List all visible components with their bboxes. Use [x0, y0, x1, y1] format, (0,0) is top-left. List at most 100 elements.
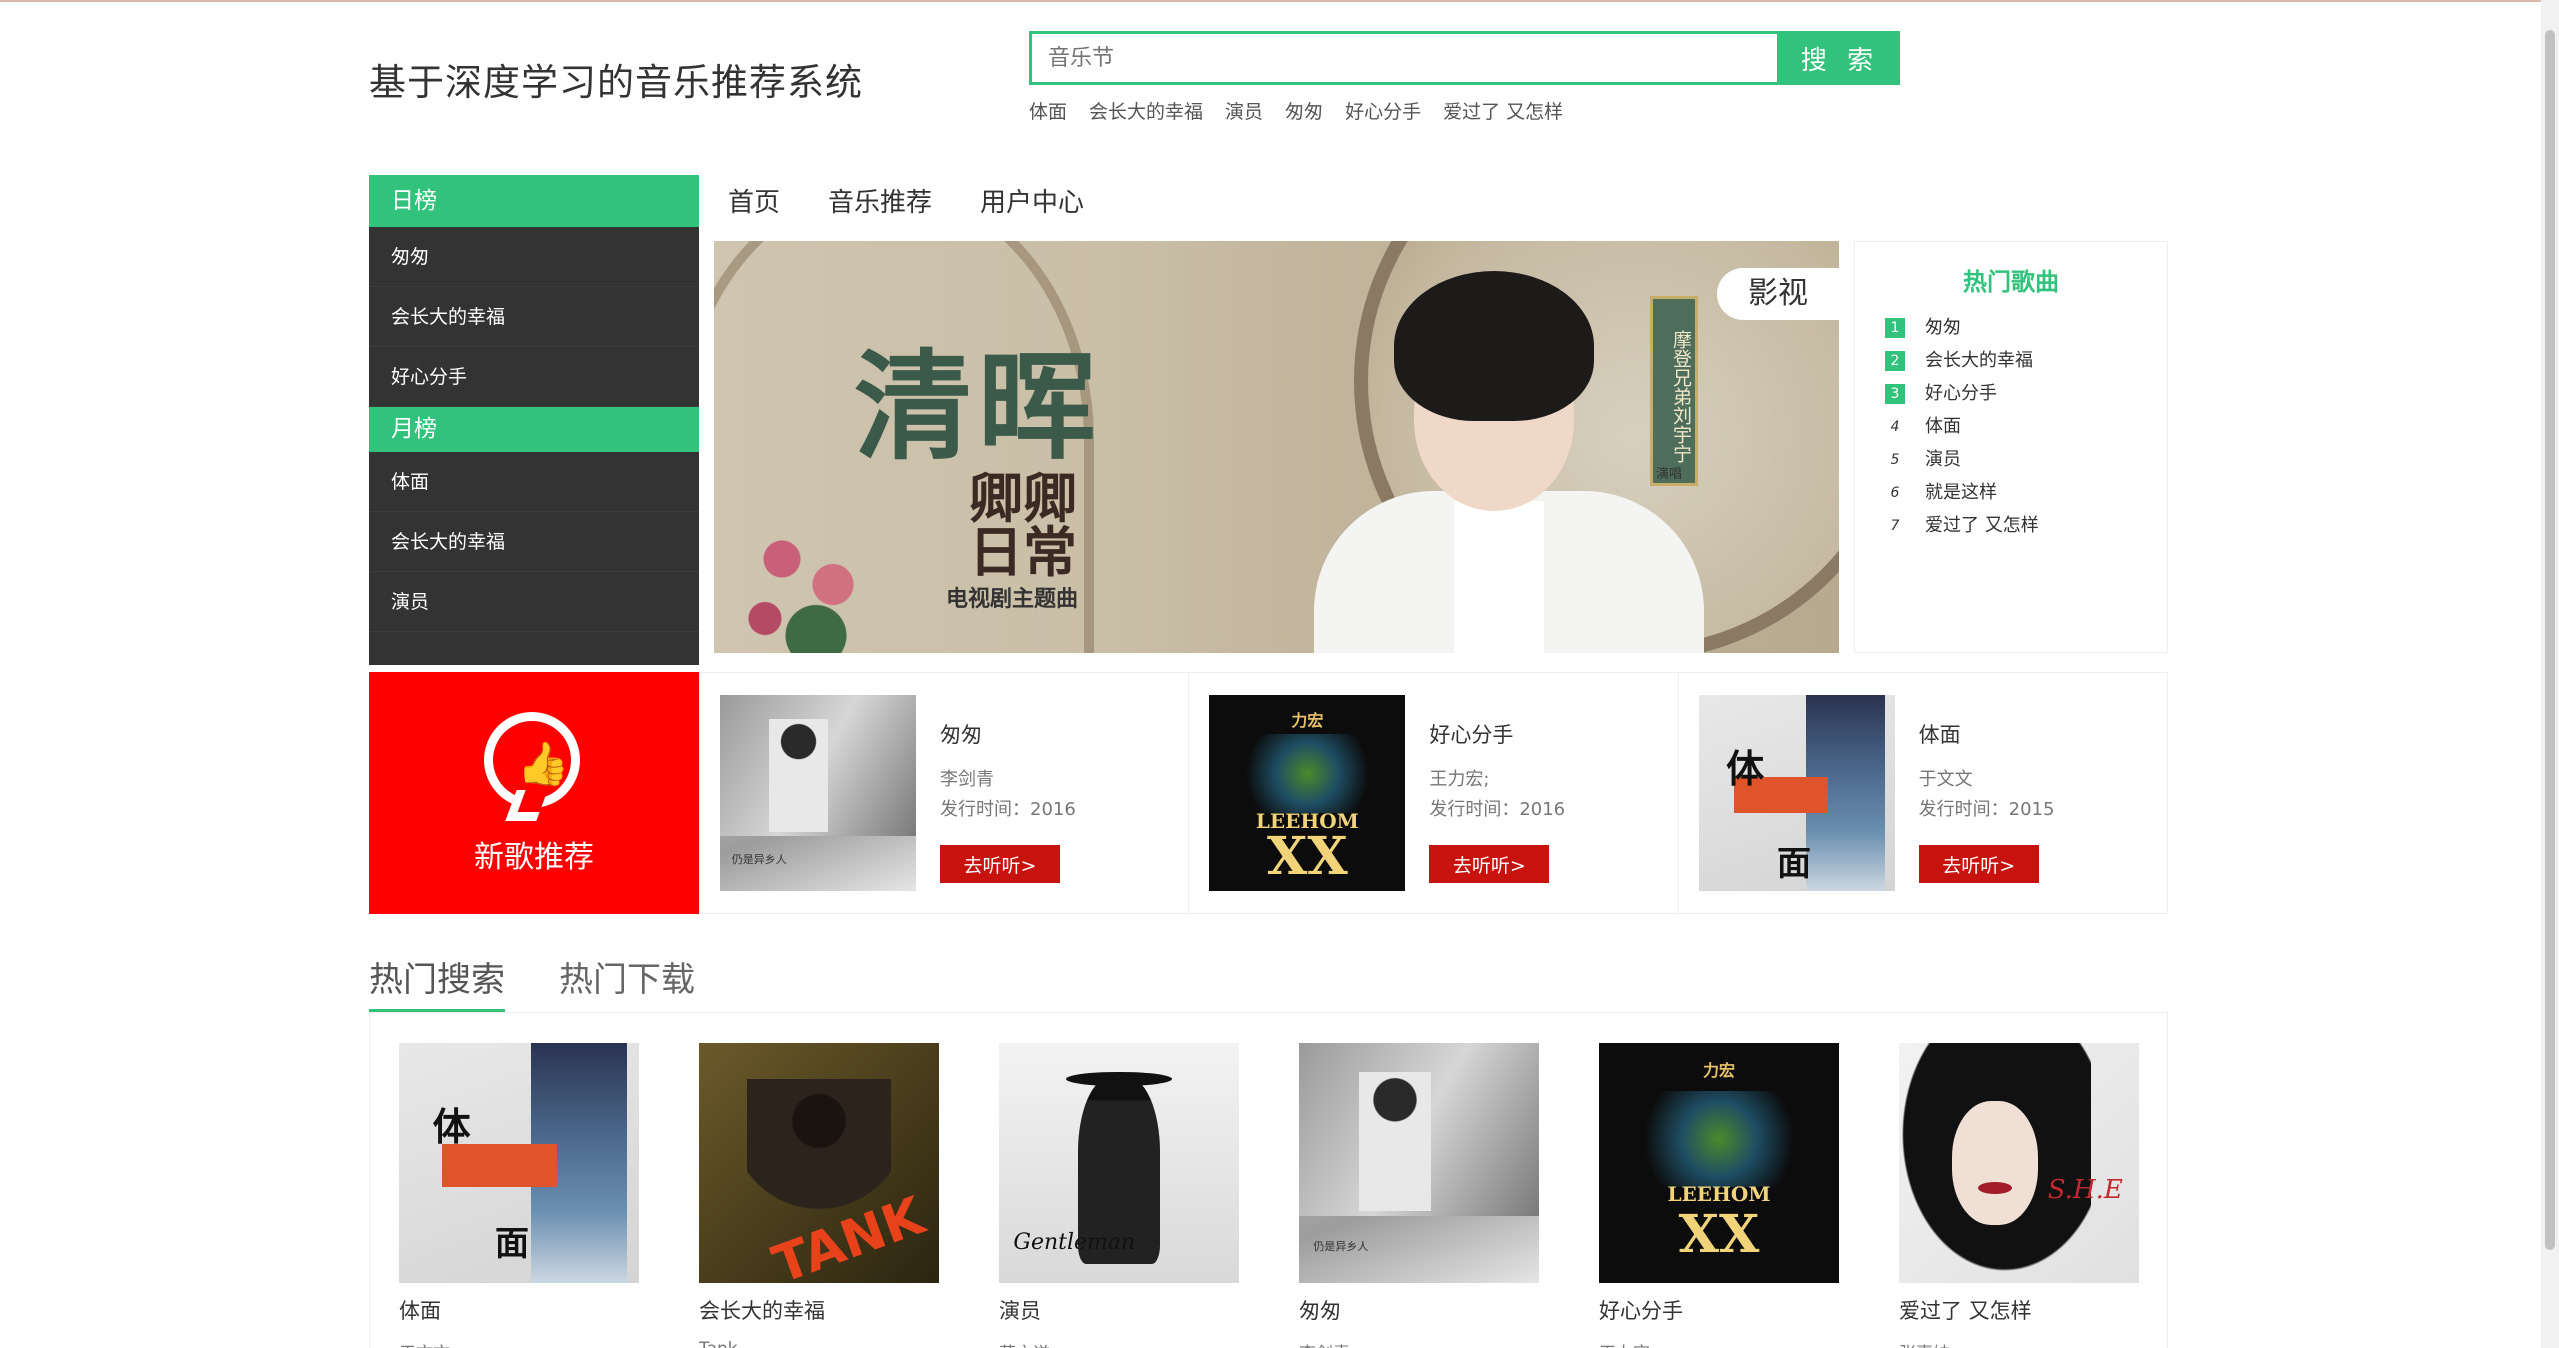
- hot-song-item[interactable]: 5 演员: [1885, 443, 2167, 476]
- listen-button[interactable]: 去听听>: [940, 845, 1060, 883]
- album-cover[interactable]: 力宏 LEEHOM XX: [1599, 1043, 1839, 1283]
- hot-song-name: 爱过了 又怎样: [1925, 515, 2039, 536]
- song-name[interactable]: 好心分手: [1599, 1295, 1839, 1325]
- album-cover[interactable]: 体 面: [399, 1043, 639, 1283]
- daily-rank-item[interactable]: 会长大的幸福: [369, 287, 699, 347]
- hot-song-name: 体面: [1925, 416, 1961, 437]
- album-cover[interactable]: 力宏 LEEHOM XX: [1209, 695, 1406, 891]
- hot-keyword-link[interactable]: 会长大的幸福: [1089, 97, 1203, 124]
- song-singer: 李剑青: [1299, 1339, 1539, 1348]
- song-name[interactable]: 演员: [999, 1295, 1239, 1325]
- hot-keyword-link[interactable]: 演员: [1225, 97, 1263, 124]
- album-cover[interactable]: TANK: [699, 1043, 939, 1283]
- song-card: 力宏 LEEHOM XX 好心分手 王力宏; 发行时间：2016 去听听>: [1189, 673, 1679, 913]
- hot-song-item[interactable]: 1 匆匆: [1885, 311, 2167, 344]
- hot-keyword-link[interactable]: 体面: [1029, 97, 1067, 124]
- daily-rank-item[interactable]: 好心分手: [369, 347, 699, 407]
- daily-rank-title[interactable]: 日榜: [369, 175, 699, 227]
- album-cover-text: 体: [432, 1103, 471, 1149]
- banner-theme: 电视剧主题曲: [946, 587, 1079, 612]
- hot-songs-title: 热门歌曲: [1963, 268, 2059, 296]
- hot-song-item[interactable]: 2 会长大的幸福: [1885, 344, 2167, 377]
- listen-button[interactable]: 去听听>: [1918, 845, 2039, 883]
- monthly-rank-item[interactable]: 会长大的幸福: [369, 512, 699, 572]
- song-name[interactable]: 匆匆: [940, 719, 982, 749]
- rank-panel: 日榜 匆匆 会长大的幸福 好心分手 月榜 体面 会长大的幸福 演员: [369, 175, 699, 665]
- album-cover-text: XX: [1678, 1203, 1760, 1265]
- monthly-rank-item[interactable]: 体面: [369, 452, 699, 512]
- rank-number: 5: [1890, 451, 1900, 468]
- song-singer: 于文文: [399, 1339, 639, 1348]
- scrollbar-thumb[interactable]: [2545, 30, 2555, 1250]
- rank-number: 1: [1885, 317, 1905, 338]
- hot-song-item[interactable]: 6 就是这样: [1885, 476, 2167, 509]
- song-singer: 李剑青: [940, 769, 994, 790]
- song-name[interactable]: 会长大的幸福: [699, 1295, 939, 1325]
- album-cover[interactable]: 仍是异乡人: [720, 695, 916, 891]
- rank-number: 3: [1885, 383, 1905, 404]
- hot-grid-item[interactable]: TANK 会长大的幸福 Tank: [699, 1043, 939, 1348]
- rank-number: 7: [1890, 517, 1900, 534]
- album-cover-text: 力宏: [1702, 1061, 1735, 1081]
- banner-singer-role: 演唱: [1656, 467, 1683, 482]
- hot-grid-item[interactable]: Gentleman 演员 薛之谦: [999, 1043, 1239, 1348]
- song-name[interactable]: 体面: [399, 1295, 639, 1325]
- main-nav: 首页 音乐推荐 用户中心: [728, 182, 1084, 219]
- song-name[interactable]: 匆匆: [1299, 1295, 1539, 1325]
- album-cover[interactable]: Gentleman: [999, 1043, 1239, 1283]
- song-name[interactable]: 爱过了 又怎样: [1899, 1295, 2139, 1325]
- monthly-rank-title[interactable]: 月榜: [369, 407, 699, 452]
- album-cover-caption: 仍是异乡人: [731, 853, 787, 867]
- song-singer: 王力宏;: [1429, 769, 1490, 790]
- hot-song-name: 会长大的幸福: [1925, 350, 2033, 371]
- album-cover-text: 面: [1777, 844, 1812, 885]
- hot-grid-item[interactable]: 体 面 体面 于文文: [399, 1043, 639, 1348]
- tab-hot-search[interactable]: 热门搜索: [369, 952, 505, 1013]
- album-cover-text: 力宏: [1291, 710, 1324, 730]
- song-card: 体 面 体面 于文文 发行时间：2015 去听听>: [1679, 673, 2167, 913]
- rank-number: 6: [1890, 484, 1900, 501]
- listen-button[interactable]: 去听听>: [1429, 845, 1550, 883]
- daily-rank-item[interactable]: 匆匆: [369, 227, 699, 287]
- song-name[interactable]: 体面: [1919, 719, 1961, 749]
- thumbs-up-icon: 👍: [484, 712, 580, 808]
- hot-grid-item[interactable]: 力宏 LEEHOM XX 好心分手 王力宏: [1599, 1043, 1839, 1348]
- nav-music-recommend[interactable]: 音乐推荐: [828, 182, 932, 219]
- hot-song-name: 演员: [1925, 449, 1961, 470]
- rank-number: 4: [1890, 418, 1900, 435]
- song-singer: 薛之谦: [999, 1339, 1239, 1348]
- hot-keyword-link[interactable]: 好心分手: [1345, 97, 1421, 124]
- hot-song-item[interactable]: 4 体面: [1885, 410, 2167, 443]
- new-song-recommend-tile[interactable]: 👍 新歌推荐: [369, 672, 699, 914]
- banner-carousel[interactable]: 清晖 卿卿日常 电视剧主题曲 摩登兄弟刘宇宁 演唱 影视: [714, 241, 1839, 653]
- tab-hot-download[interactable]: 热门下载: [559, 952, 695, 1013]
- hot-keyword-link[interactable]: 匆匆: [1285, 97, 1323, 124]
- banner-singer-name: 摩登兄弟刘宇宁: [1650, 296, 1698, 486]
- search-box[interactable]: [1029, 31, 1780, 85]
- page-scrollbar[interactable]: [2541, 0, 2559, 1348]
- banner-flowers: [714, 491, 884, 653]
- hot-song-item[interactable]: 7 爱过了 又怎样: [1885, 509, 2167, 542]
- album-cover-text: Gentleman: [1013, 1230, 1136, 1256]
- new-song-recommend-label: 新歌推荐: [474, 840, 594, 875]
- search-input[interactable]: [1032, 34, 1777, 82]
- search-button[interactable]: 搜 索: [1780, 31, 1900, 85]
- album-cover[interactable]: S.H.E: [1899, 1043, 2139, 1283]
- album-cover-caption: 仍是异乡人: [1313, 1240, 1369, 1254]
- new-song-cards: 仍是异乡人 匆匆 李剑青 发行时间：2016 去听听> 力宏 LEEHOM XX…: [699, 672, 2168, 914]
- album-cover-text: 体: [1726, 746, 1765, 792]
- nav-home[interactable]: 首页: [728, 182, 780, 219]
- monthly-rank-item[interactable]: 演员: [369, 572, 699, 632]
- album-cover-text: LEEHOM: [1667, 1182, 1771, 1207]
- song-release-date: 发行时间：2015: [1918, 799, 2055, 820]
- nav-user-center[interactable]: 用户中心: [980, 182, 1084, 219]
- hot-keyword-link[interactable]: 爱过了 又怎样: [1443, 97, 1563, 124]
- hot-grid-item[interactable]: 仍是异乡人 匆匆 李剑青: [1299, 1043, 1539, 1348]
- hot-search-grid: 体 面 体面 于文文 TANK 会长大的幸福 Tank Gentleman 演员…: [369, 1012, 2168, 1348]
- album-cover[interactable]: 体 面: [1698, 695, 1895, 891]
- hot-song-item[interactable]: 3 好心分手: [1885, 377, 2167, 410]
- song-card: 仍是异乡人 匆匆 李剑青 发行时间：2016 去听听>: [700, 673, 1190, 913]
- album-cover[interactable]: 仍是异乡人: [1299, 1043, 1539, 1283]
- hot-grid-item[interactable]: S.H.E 爱过了 又怎样 张惠妹: [1899, 1043, 2139, 1348]
- song-name[interactable]: 好心分手: [1429, 719, 1513, 749]
